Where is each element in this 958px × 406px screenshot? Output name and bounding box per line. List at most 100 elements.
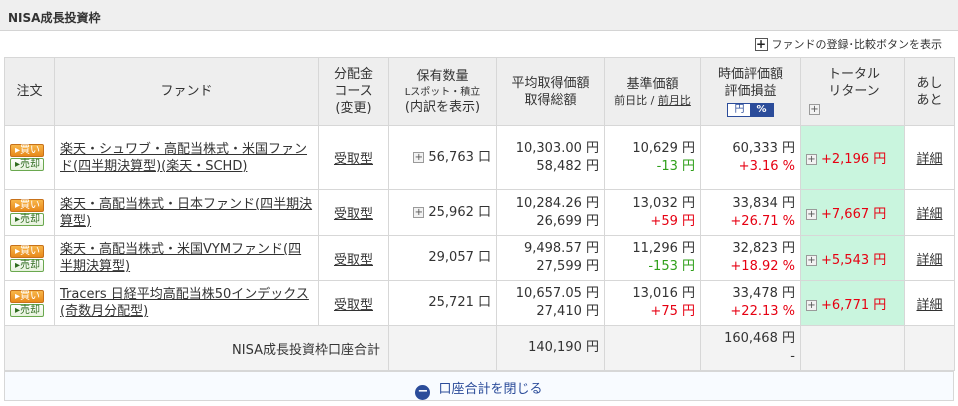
- fund-name-link[interactable]: 楽天・高配当株式・日本ファンド(四半期決算型): [60, 197, 312, 229]
- detail-link[interactable]: 詳細: [916, 207, 942, 222]
- col-distribution: 分配金 コース (変更): [318, 57, 389, 126]
- distribution-course-link[interactable]: 受取型: [334, 152, 373, 167]
- nav-change: -13 円: [656, 158, 695, 174]
- toggle-pct[interactable]: %: [750, 104, 773, 116]
- detail-link[interactable]: 詳細: [916, 298, 942, 313]
- ashi-header-1: あし: [916, 75, 943, 91]
- qty-header-1: 保有数量: [416, 68, 469, 84]
- quantity-cell: +25,962 口: [388, 189, 497, 236]
- fund-name-link[interactable]: 楽天・シュワブ・高配当株式・米国ファンド(四半期決算型)(楽天・SCHD): [60, 142, 307, 174]
- quantity-value: 25,962 口: [428, 204, 491, 220]
- sell-button[interactable]: ▸売却: [10, 158, 44, 171]
- register-compare-link[interactable]: + ファンドの登録･比較ボタンを表示: [754, 36, 943, 52]
- pl-percent: +22.13 %: [730, 304, 795, 319]
- nav-change: +59 円: [650, 213, 695, 229]
- col-order: 注文: [4, 57, 55, 126]
- nav-value: 10,629 円: [632, 140, 695, 156]
- detail-cell: 詳細: [904, 235, 955, 281]
- col-total-return: トータル リターン +: [800, 57, 905, 126]
- mv-header-1: 時価評価額: [717, 67, 783, 82]
- distribution-cell: 受取型: [318, 189, 389, 236]
- market-value-cell: 33,834 円 +26.71 %: [700, 189, 801, 236]
- pl-percent: +18.92 %: [730, 259, 795, 274]
- nav-value: 13,016 円: [632, 286, 695, 301]
- table-row: ▸買い ▸売却 楽天・高配当株式・日本ファンド(四半期決算型) 受取型 +25,962 …: [4, 189, 955, 236]
- sell-button[interactable]: ▸売却: [10, 303, 44, 317]
- fund-cell: Tracers 日経平均高配当株50インデックス(奇数月分配型): [54, 280, 319, 326]
- summary-row: NISA成長投資枠口座合計 140,190 円 160,468 円 -: [4, 325, 955, 371]
- ashi-header-2: あと: [916, 92, 943, 108]
- sell-button[interactable]: ▸売却: [10, 213, 44, 226]
- total-return-value: +5,543 円: [821, 252, 887, 268]
- expand-plus-icon[interactable]: +: [806, 254, 817, 266]
- distribution-cell: 受取型: [318, 280, 389, 326]
- toggle-yen[interactable]: 円: [728, 104, 751, 116]
- register-compare-label: ファンドの登録･比較ボタンを表示: [771, 38, 943, 51]
- buy-button[interactable]: ▸買い: [10, 144, 44, 157]
- distribution-course-link[interactable]: 受取型: [334, 253, 373, 268]
- total-return-value: +6,771 円: [821, 297, 887, 313]
- summary-empty-tr: [800, 325, 905, 371]
- nav-header-1: 基準価額: [626, 77, 679, 92]
- order-cell: ▸買い ▸売却: [4, 189, 55, 236]
- market-value-cell: 60,333 円 +3.16 %: [700, 125, 801, 190]
- nav-sub-separator: /: [647, 94, 658, 107]
- total-cost: 27,599 円: [536, 259, 599, 274]
- expand-plus-icon[interactable]: +: [806, 209, 817, 220]
- breakdown-plus-icon[interactable]: +: [413, 151, 425, 163]
- expand-plus-icon[interactable]: +: [809, 104, 820, 115]
- market-value-cell: 32,823 円 +18.92 %: [700, 235, 801, 281]
- detail-link[interactable]: 詳細: [916, 152, 942, 167]
- breakdown-plus-icon[interactable]: +: [413, 206, 425, 218]
- total-return-cell: + +5,543 円: [800, 235, 905, 281]
- yen-pct-toggle[interactable]: 円 %: [727, 103, 774, 117]
- qty-header-sub: Lスポット・積立: [404, 86, 481, 98]
- plus-square-icon[interactable]: +: [754, 37, 768, 51]
- tr-header-1: トータル: [827, 67, 880, 82]
- minus-circle-icon[interactable]: −: [415, 385, 431, 400]
- avg-header-1: 平均取得価額: [511, 75, 590, 91]
- qty-header-3[interactable]: (内訳を表示): [394, 99, 491, 116]
- distribution-course-link[interactable]: 受取型: [334, 207, 373, 222]
- fund-name-link[interactable]: 楽天・高配当株式・米国VYMファンド(四半期決算型): [60, 242, 301, 274]
- buy-button[interactable]: ▸買い: [10, 199, 44, 212]
- buy-button[interactable]: ▸買い: [10, 289, 44, 303]
- quantity-value: 56,763 口: [428, 149, 491, 165]
- distribution-course-link[interactable]: 受取型: [334, 298, 373, 313]
- market-value-cell: 33,478 円 +22.13 %: [700, 280, 801, 326]
- mv-header-2: 評価損益: [724, 84, 777, 99]
- summary-label: NISA成長投資枠口座合計: [4, 325, 389, 371]
- summary-empty-detail: [904, 325, 955, 371]
- expand-plus-icon[interactable]: +: [806, 299, 817, 311]
- summary-pl: -: [790, 349, 795, 364]
- nav-change: +75 円: [650, 304, 695, 319]
- fund-name-link[interactable]: Tracers 日経平均高配当株50インデックス(奇数月分配型): [60, 287, 309, 319]
- avg-price: 10,303.00 円: [515, 140, 599, 156]
- fund-cell: 楽天・シュワブ・高配当株式・米国ファンド(四半期決算型)(楽天・SCHD): [54, 125, 319, 190]
- dist-header-1: 分配金: [333, 67, 373, 82]
- expand-plus-icon[interactable]: +: [806, 154, 817, 165]
- total-return-value: +2,196 円: [821, 152, 887, 167]
- nav-value: 11,296 円: [632, 241, 695, 256]
- fund-cell: 楽天・高配当株式・米国VYMファンド(四半期決算型): [54, 235, 319, 281]
- detail-cell: 詳細: [904, 189, 955, 236]
- order-cell: ▸買い ▸売却: [4, 235, 55, 281]
- nav-sub-day: 前日比: [614, 94, 648, 107]
- collapse-account-total[interactable]: − 口座合計を閉じる: [4, 371, 954, 401]
- detail-link[interactable]: 詳細: [916, 253, 942, 268]
- avg-price-cell: 10,303.00 円 58,482 円: [496, 125, 605, 190]
- table-row: ▸買い ▸売却 楽天・高配当株式・米国VYMファンド(四半期決算型) 受取型 29,05…: [4, 235, 955, 281]
- col-avg-price: 平均取得価額 取得総額: [496, 57, 605, 126]
- sell-button[interactable]: ▸売却: [10, 258, 44, 272]
- detail-cell: 詳細: [904, 280, 955, 326]
- quantity-cell: +56,763 口: [388, 125, 497, 190]
- total-cost: 27,410 円: [536, 304, 599, 319]
- summary-empty-qty: [388, 325, 497, 371]
- distribution-cell: 受取型: [318, 125, 389, 190]
- nav-cell: 11,296 円 -153 円: [604, 235, 701, 281]
- col-history: あし あと: [904, 57, 955, 126]
- fund-cell: 楽天・高配当株式・日本ファンド(四半期決算型): [54, 189, 319, 236]
- col-nav: 基準価額 前日比 / 前月比: [604, 57, 701, 126]
- nav-sub-month-link[interactable]: 前月比: [658, 94, 691, 107]
- buy-button[interactable]: ▸買い: [10, 244, 44, 258]
